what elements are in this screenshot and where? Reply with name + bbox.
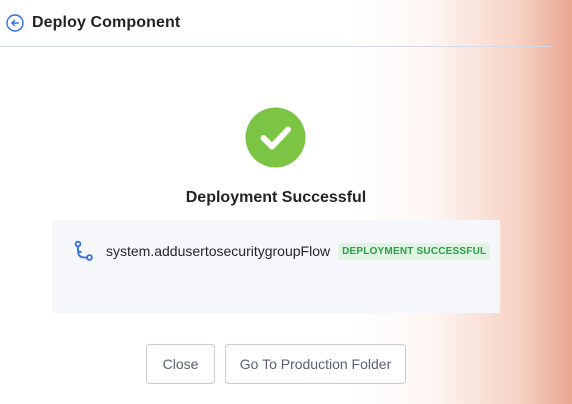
dialog-header: Deploy Component: [0, 0, 552, 47]
check-circle-icon: [245, 107, 306, 168]
success-heading: Deployment Successful: [185, 189, 367, 206]
component-name: system.addusertosecuritygroupFlow: [106, 243, 331, 259]
flow-icon: [74, 240, 94, 262]
deployed-components-panel: system.addusertosecuritygroupFlow DEPLOY…: [52, 220, 500, 313]
back-button[interactable]: [6, 14, 24, 32]
back-arrow-circle-icon: [6, 14, 24, 32]
close-button[interactable]: Close: [146, 344, 215, 384]
success-indicator: [245, 107, 306, 168]
status-badge: DEPLOYMENT SUCCESSFUL: [338, 242, 491, 260]
component-row: system.addusertosecuritygroupFlow DEPLOY…: [74, 240, 491, 262]
dialog-title: Deploy Component: [32, 14, 181, 31]
go-to-production-folder-button[interactable]: Go To Production Folder: [225, 344, 406, 384]
